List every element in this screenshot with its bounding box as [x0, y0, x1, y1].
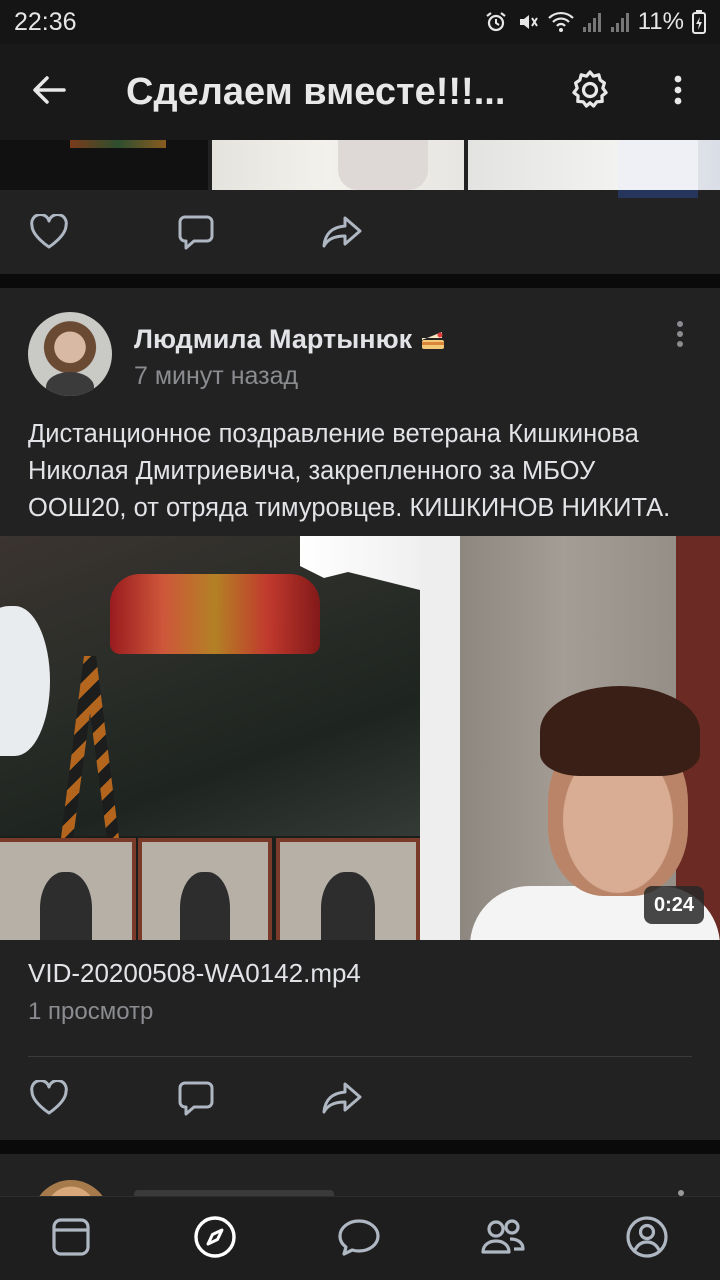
- video-frame-portraits: [0, 826, 420, 940]
- author-name-text: Людмила Мартынюк: [134, 324, 413, 354]
- post-time: 7 минут назад: [134, 362, 299, 390]
- avatar[interactable]: [32, 1180, 110, 1196]
- tab-messages[interactable]: [331, 1211, 387, 1267]
- video-frame-decor: [276, 838, 420, 940]
- video-frame-decor: [0, 838, 136, 940]
- signal-icon: [582, 11, 602, 33]
- status-bar: 22:36 11%: [0, 0, 720, 44]
- video-duration-badge: 0:24: [644, 886, 705, 924]
- tab-profile[interactable]: [619, 1211, 675, 1267]
- like-icon: [29, 212, 69, 255]
- post-card-previous: [0, 140, 720, 274]
- post-actions: [0, 1060, 720, 1140]
- messages-icon: [337, 1217, 381, 1262]
- tab-discover[interactable]: [187, 1211, 243, 1267]
- battery-icon: [692, 10, 706, 34]
- friends-icon: [480, 1217, 526, 1262]
- gear-icon: [568, 68, 612, 117]
- back-button[interactable]: [0, 44, 98, 140]
- video-frame-decor: [540, 686, 700, 776]
- cake-icon: [420, 326, 446, 349]
- like-button[interactable]: [21, 208, 77, 260]
- comment-icon: [177, 1079, 215, 1122]
- comment-icon: [177, 213, 215, 256]
- video-file-name[interactable]: VID-20200508-WA0142.mp4: [28, 958, 361, 989]
- post-actions: [0, 194, 720, 274]
- share-button[interactable]: [314, 1074, 370, 1126]
- comment-button[interactable]: [168, 208, 224, 260]
- profile-icon: [625, 1215, 669, 1264]
- video-views: 1 просмотр: [28, 998, 154, 1025]
- status-time: 22:36: [14, 7, 77, 36]
- tab-news[interactable]: [43, 1211, 99, 1267]
- post-card: Людмила Мартынюк 7 минут назад Дистанцио…: [0, 288, 720, 1140]
- share-icon: [321, 1081, 363, 1120]
- back-arrow-icon: [32, 75, 66, 110]
- share-button[interactable]: [314, 208, 370, 260]
- bottom-tab-bar: [0, 1196, 720, 1280]
- more-vertical-icon: [673, 75, 683, 110]
- battery-percent: 11%: [637, 8, 684, 35]
- photo-thumbnail[interactable]: [468, 140, 720, 198]
- video-frame-decor: [110, 574, 320, 654]
- video-player[interactable]: 0:24: [0, 536, 720, 940]
- feed[interactable]: Людмила Мартынюк 7 минут назад Дистанцио…: [0, 140, 720, 1196]
- page-title: Сделаем вместе!!!...: [126, 70, 506, 113]
- header-more-button[interactable]: [650, 66, 706, 118]
- like-button[interactable]: [21, 1074, 77, 1126]
- alarm-icon: [484, 10, 508, 34]
- video-frame-decor: [420, 536, 460, 940]
- divider: [28, 1056, 692, 1057]
- news-icon: [51, 1217, 91, 1262]
- photo-thumbnail[interactable]: [212, 140, 464, 190]
- post-more-button[interactable]: [660, 316, 700, 356]
- signal-icon: [610, 11, 630, 33]
- wifi-icon: [547, 11, 574, 33]
- mute-icon: [516, 10, 540, 34]
- post-card-next: [0, 1154, 720, 1196]
- more-vertical-icon: [676, 320, 684, 353]
- photo-thumbnail[interactable]: [0, 140, 208, 190]
- avatar[interactable]: [28, 312, 112, 396]
- author-name[interactable]: Людмила Мартынюк: [134, 324, 446, 355]
- status-icons: 11%: [484, 8, 706, 36]
- photo-strip: [0, 140, 720, 198]
- comment-button[interactable]: [168, 1074, 224, 1126]
- settings-button[interactable]: [560, 66, 620, 118]
- app-header: Сделаем вместе!!!...: [0, 44, 720, 140]
- tab-friends[interactable]: [475, 1211, 531, 1267]
- discover-icon: [193, 1215, 237, 1264]
- like-icon: [29, 1078, 69, 1121]
- video-frame-decor: [138, 838, 272, 940]
- share-icon: [321, 215, 363, 254]
- post-text: Дистанционное поздравление ветерана Кишк…: [28, 420, 671, 522]
